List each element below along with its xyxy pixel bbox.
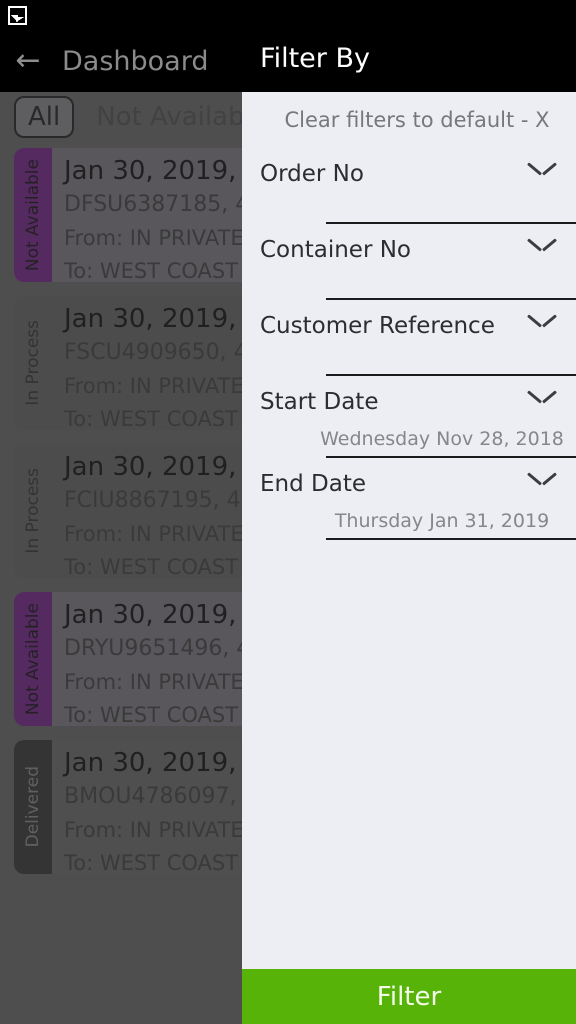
image-icon: [8, 5, 27, 25]
filter-row-customer-reference[interactable]: Customer Reference: [242, 300, 576, 376]
chevron-down-icon[interactable]: [528, 238, 556, 254]
filter-panel: Filter By Clear filters to default - X O…: [242, 0, 576, 1024]
back-arrow-icon[interactable]: ←: [0, 33, 56, 89]
chevron-down-icon[interactable]: [528, 314, 556, 330]
filter-row-label: Container No: [260, 237, 411, 263]
filter-panel-title: Filter By: [260, 43, 370, 74]
start-date-value[interactable]: Wednesday Nov 28, 2018: [260, 428, 576, 456]
filter-row-spacer: [260, 200, 576, 222]
filter-row-label: Customer Reference: [260, 313, 495, 339]
filter-panel-body: Clear filters to default - X Order No Co…: [242, 92, 576, 969]
chevron-down-icon[interactable]: [528, 472, 556, 488]
filter-row-end-date[interactable]: End Date Thursday Jan 31, 2019: [242, 458, 576, 540]
page-title: Dashboard: [62, 45, 209, 77]
filter-row-label: End Date: [260, 471, 366, 497]
filter-row-label: Order No: [260, 161, 364, 187]
filter-row-order-no[interactable]: Order No: [242, 148, 576, 224]
chevron-down-icon[interactable]: [528, 390, 556, 406]
phone-screen: All Not Available Not Available Jan 30, …: [0, 0, 576, 1024]
filter-panel-header: Filter By: [242, 0, 576, 92]
clear-filters-button[interactable]: Clear filters to default - X: [242, 92, 576, 148]
filter-row-container-no[interactable]: Container No: [242, 224, 576, 300]
filter-row-spacer: [260, 276, 576, 298]
end-date-value[interactable]: Thursday Jan 31, 2019: [260, 510, 576, 538]
filter-row-label: Start Date: [260, 389, 379, 415]
filter-row-divider: [326, 538, 576, 540]
filter-submit-label: Filter: [376, 981, 442, 1012]
filter-row-start-date[interactable]: Start Date Wednesday Nov 28, 2018: [242, 376, 576, 458]
clear-filters-label: Clear filters to default - X: [284, 108, 550, 132]
filter-submit-button[interactable]: Filter: [242, 969, 576, 1024]
filter-row-spacer: [260, 352, 576, 374]
chevron-down-icon[interactable]: [528, 162, 556, 178]
